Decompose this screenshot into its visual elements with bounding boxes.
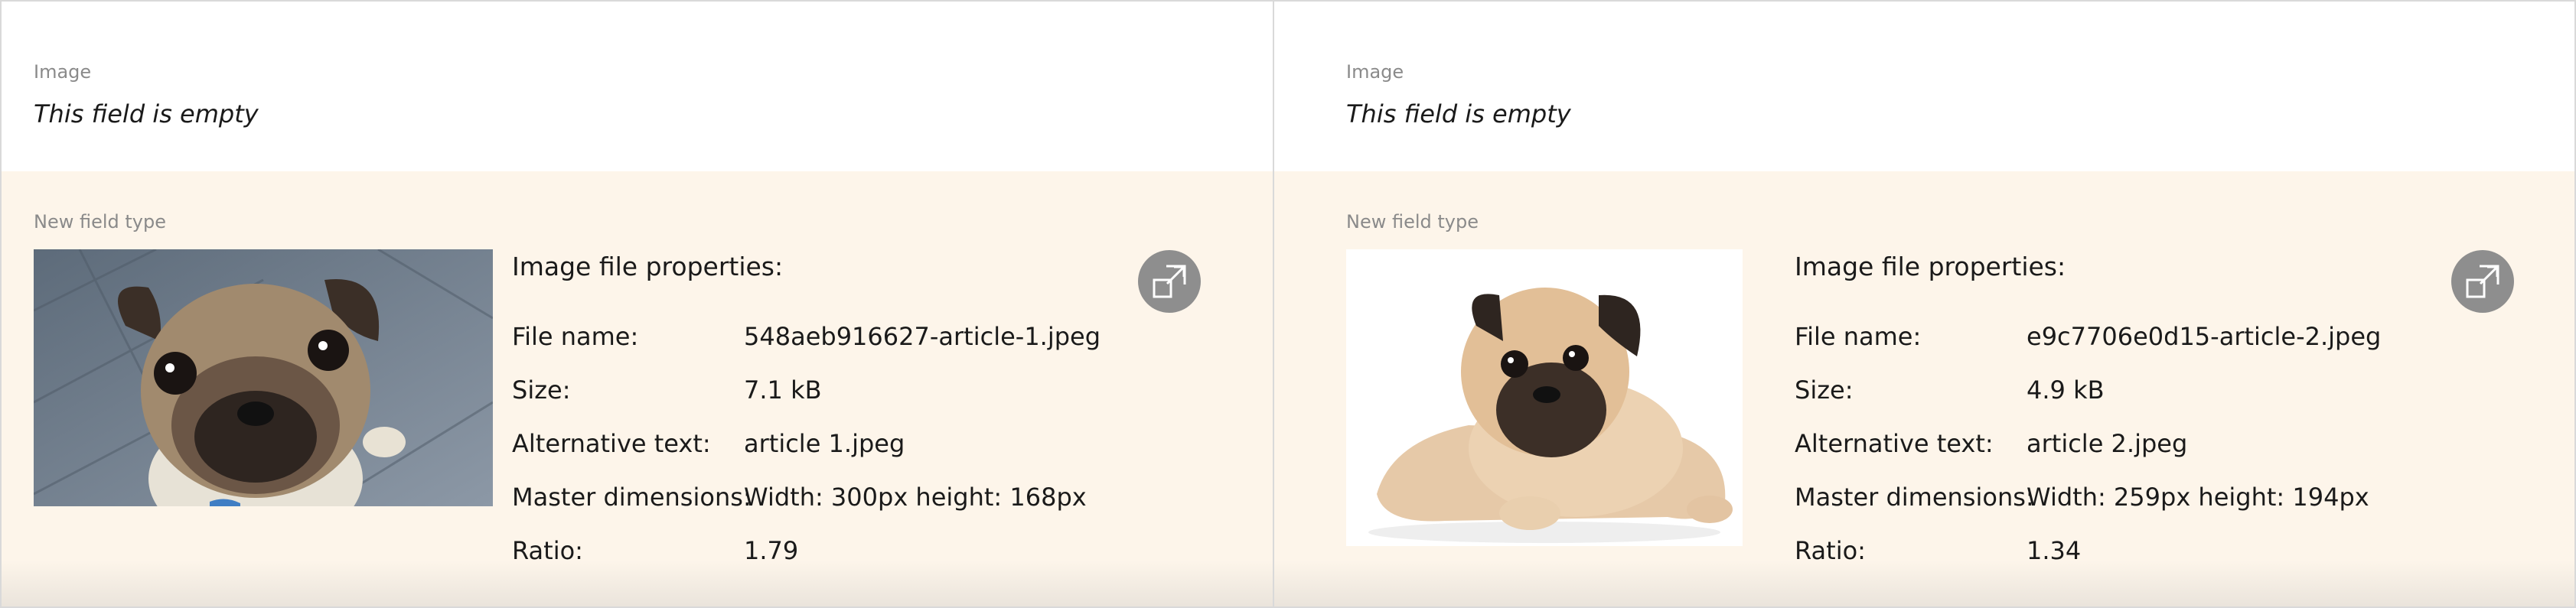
- property-row-size: Size: 4.9 kB: [1795, 375, 2381, 428]
- image-field-label: Image: [34, 61, 92, 83]
- comparison-view: Image This field is empty New field type: [0, 0, 2576, 608]
- property-value: article 1.jpeg: [744, 429, 905, 458]
- property-key: Master dimensions:: [512, 483, 752, 512]
- property-row-ratio: Ratio: 1.79: [512, 535, 1101, 589]
- pug-image-thumbnail[interactable]: [1346, 249, 1743, 546]
- property-value: 4.9 kB: [2027, 376, 2105, 405]
- property-row-ratio: Ratio: 1.34: [1795, 535, 2381, 589]
- image-field-label: Image: [1346, 61, 1404, 83]
- property-value: Width: 259px height: 194px: [2027, 483, 2369, 512]
- right-panel: Image This field is empty New field type: [1273, 2, 2574, 606]
- property-value: 7.1 kB: [744, 376, 822, 405]
- properties-title: Image file properties:: [1795, 252, 2066, 281]
- pug-photo-1: [34, 249, 493, 506]
- property-key: Ratio:: [512, 536, 583, 565]
- property-row-file-name: File name: 548aeb916627-article-1.jpeg: [512, 321, 1101, 375]
- image-field-empty-text: This field is empty: [1346, 99, 1571, 128]
- property-row-size: Size: 7.1 kB: [512, 375, 1101, 428]
- property-value: 1.79: [744, 536, 799, 565]
- property-key: Size:: [512, 376, 571, 405]
- image-file-properties: Image file properties: File name: 548aeb…: [512, 252, 1101, 589]
- property-value: 548aeb916627-article-1.jpeg: [744, 322, 1101, 351]
- property-key: Size:: [1795, 376, 1854, 405]
- open-external-icon: [2466, 265, 2499, 298]
- property-value: article 2.jpeg: [2027, 429, 2188, 458]
- property-key: File name:: [512, 322, 639, 351]
- property-key: File name:: [1795, 322, 1922, 351]
- new-field-type-label: New field type: [34, 211, 167, 232]
- image-file-properties: Image file properties: File name: e9c770…: [1795, 252, 2381, 589]
- property-key: Alternative text:: [1795, 429, 1994, 458]
- property-value: e9c7706e0d15-article-2.jpeg: [2027, 322, 2382, 351]
- property-row-master-dimensions: Master dimensions: Width: 259px height: …: [1795, 482, 2381, 535]
- property-row-master-dimensions: Master dimensions: Width: 300px height: …: [512, 482, 1101, 535]
- left-panel: Image This field is empty New field type: [2, 2, 1273, 606]
- pug-image-thumbnail[interactable]: [34, 249, 493, 506]
- new-field-type: New field type Image file properties: Fi…: [1274, 171, 2574, 606]
- property-row-alt-text: Alternative text: article 2.jpeg: [1795, 428, 2381, 482]
- property-row-alt-text: Alternative text: article 1.jpeg: [512, 428, 1101, 482]
- open-image-button[interactable]: [2451, 250, 2514, 313]
- property-key: Ratio:: [1795, 536, 1866, 565]
- pug-photo-2: [1346, 249, 1743, 546]
- open-image-button[interactable]: [1138, 250, 1201, 313]
- image-field-empty-text: This field is empty: [34, 99, 259, 128]
- property-key: Alternative text:: [512, 429, 711, 458]
- property-value: Width: 300px height: 168px: [744, 483, 1087, 512]
- property-row-file-name: File name: e9c7706e0d15-article-2.jpeg: [1795, 321, 2381, 375]
- property-value: 1.34: [2027, 536, 2082, 565]
- image-field: Image This field is empty: [1274, 2, 2574, 171]
- new-field-type: New field type Image file properties: Fi…: [2, 171, 1273, 606]
- image-field: Image This field is empty: [2, 2, 1273, 171]
- open-external-icon: [1153, 265, 1186, 298]
- property-key: Master dimensions:: [1795, 483, 2034, 512]
- new-field-type-label: New field type: [1346, 211, 1479, 232]
- properties-title: Image file properties:: [512, 252, 784, 281]
